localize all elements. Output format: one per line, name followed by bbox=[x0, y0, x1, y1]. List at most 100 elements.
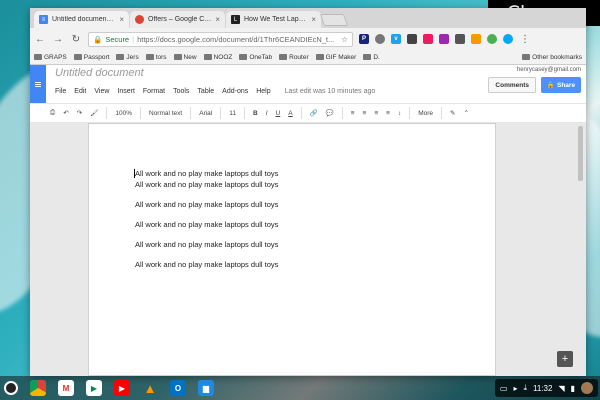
download-icon: ⤓ bbox=[523, 383, 527, 392]
menu-tools[interactable]: Tools bbox=[173, 88, 189, 95]
extension-icon[interactable] bbox=[503, 34, 513, 44]
extension-icon[interactable] bbox=[423, 34, 433, 44]
avatar bbox=[581, 382, 593, 394]
bold-icon[interactable]: B bbox=[253, 110, 258, 117]
bookmark-item[interactable]: NOOZ bbox=[203, 54, 232, 61]
gmail-icon[interactable]: M bbox=[58, 380, 74, 396]
line-spacing-icon[interactable]: ↕ bbox=[398, 110, 401, 117]
address-bar[interactable]: 🔒 Secure | https://docs.google.com/docum… bbox=[88, 31, 353, 47]
body-line: All work and no play make laptops dull t… bbox=[135, 200, 279, 209]
link-icon[interactable]: 🔗 bbox=[310, 109, 318, 117]
docs-toolbar: ⎙ ↶ ↷ 🖌 100% Normal text Arial 11 B I U … bbox=[30, 103, 586, 123]
bookmark-item[interactable]: Passport bbox=[73, 54, 109, 61]
underline-icon[interactable]: U bbox=[276, 110, 281, 117]
document-page[interactable]: All work and no play make laptops dull t… bbox=[88, 123, 496, 376]
chromeos-shelf: M ▶ ▶ ▲ O ▆ ▭ ▸ ⤓ 11:32 ◥ ▮ bbox=[0, 376, 600, 400]
align-left-icon[interactable]: ≡ bbox=[351, 110, 355, 117]
close-icon[interactable]: × bbox=[215, 15, 220, 24]
other-bookmarks[interactable]: Other bookmarks bbox=[522, 54, 582, 61]
comments-button[interactable]: Comments bbox=[488, 77, 536, 93]
undo-icon[interactable]: ↶ bbox=[63, 109, 68, 117]
files-icon[interactable]: ▆ bbox=[198, 380, 214, 396]
align-justify-icon[interactable]: ≡ bbox=[386, 110, 390, 117]
launcher-icon[interactable] bbox=[4, 381, 18, 395]
extension-icon[interactable]: v bbox=[391, 34, 401, 44]
last-edit-link[interactable]: Last edit was 10 minutes ago bbox=[285, 88, 376, 95]
menu-file[interactable]: File bbox=[55, 88, 66, 95]
star-icon[interactable]: ☆ bbox=[341, 35, 348, 44]
docs-logo-icon[interactable] bbox=[30, 65, 46, 103]
account-email[interactable]: henrycasey@gmail.com bbox=[517, 67, 581, 73]
document-title[interactable]: Untitled document bbox=[55, 67, 144, 79]
comment-icon[interactable]: 💬 bbox=[326, 109, 334, 117]
body-line: All work and no play make laptops dull t… bbox=[135, 240, 279, 249]
extension-icon[interactable] bbox=[471, 34, 481, 44]
menu-addons[interactable]: Add-ons bbox=[222, 88, 248, 95]
new-tab-button[interactable] bbox=[319, 14, 349, 26]
stylus-icon: ▸ bbox=[513, 383, 518, 393]
vertical-scrollbar[interactable] bbox=[578, 126, 583, 181]
document-canvas: All work and no play make laptops dull t… bbox=[30, 123, 586, 376]
share-button[interactable]: 🔒 Share bbox=[541, 77, 581, 93]
editing-mode-icon[interactable]: ✎ bbox=[450, 109, 455, 117]
bookmark-item[interactable]: OneTab bbox=[239, 54, 272, 61]
tab-strip: ≡ Untitled document - Goo × Offers – Goo… bbox=[30, 8, 586, 28]
bookmark-item[interactable]: tors bbox=[145, 54, 167, 61]
outlook-icon[interactable]: O bbox=[170, 380, 186, 396]
close-icon[interactable]: × bbox=[311, 15, 316, 24]
forward-icon[interactable]: → bbox=[52, 34, 64, 45]
play-store-icon[interactable]: ▶ bbox=[86, 380, 102, 396]
extension-icon[interactable] bbox=[455, 34, 465, 44]
align-center-icon[interactable]: ≡ bbox=[363, 110, 367, 117]
zoom-select[interactable]: 100% bbox=[115, 110, 132, 117]
bookmark-item[interactable]: Router bbox=[279, 54, 309, 61]
paint-format-icon[interactable]: 🖌 bbox=[90, 109, 98, 117]
menu-view[interactable]: View bbox=[94, 88, 109, 95]
bookmark-item[interactable]: GRAPS bbox=[34, 54, 67, 61]
bookmark-item[interactable]: GIF Maker bbox=[315, 54, 356, 61]
text-color-icon[interactable]: A bbox=[288, 110, 292, 117]
redo-icon[interactable]: ↷ bbox=[77, 109, 82, 117]
more-button[interactable]: More bbox=[418, 110, 433, 117]
youtube-icon[interactable]: ▶ bbox=[114, 380, 130, 396]
italic-icon[interactable]: I bbox=[266, 110, 268, 117]
font-select[interactable]: Arial bbox=[199, 110, 212, 117]
battery-icon: ▮ bbox=[570, 383, 575, 393]
back-icon[interactable]: ← bbox=[34, 34, 46, 45]
menu-format[interactable]: Format bbox=[143, 88, 165, 95]
tab-offers[interactable]: Offers – Google Chrome × bbox=[130, 11, 225, 28]
body-line: All work and no play make laptops dull t… bbox=[135, 180, 279, 189]
bookmark-item[interactable]: Jers bbox=[116, 54, 139, 61]
docs-header: Untitled document File Edit View Insert … bbox=[30, 65, 586, 103]
menu-icon[interactable]: ⋮ bbox=[519, 34, 531, 45]
tab-title: Untitled document - Goo bbox=[52, 16, 115, 23]
print-icon[interactable]: ⎙ bbox=[50, 109, 55, 117]
secure-label: Secure bbox=[105, 34, 130, 44]
bookmark-item[interactable]: New bbox=[173, 54, 197, 61]
explore-icon[interactable]: + bbox=[557, 351, 573, 367]
chrome-app-icon[interactable] bbox=[30, 380, 46, 396]
align-right-icon[interactable]: ≡ bbox=[374, 110, 378, 117]
tab-docs[interactable]: ≡ Untitled document - Goo × bbox=[34, 11, 129, 28]
extension-icon[interactable] bbox=[439, 34, 449, 44]
toolbar-omnibox-row: ← → ↻ 🔒 Secure | https://docs.google.com… bbox=[30, 28, 586, 50]
screen-icon: ▭ bbox=[499, 383, 508, 393]
reload-icon[interactable]: ↻ bbox=[70, 34, 82, 45]
extension-icon[interactable] bbox=[375, 34, 385, 44]
extension-icon[interactable] bbox=[487, 34, 497, 44]
system-tray[interactable]: ▭ ▸ ⤓ 11:32 ◥ ▮ bbox=[494, 379, 598, 397]
menu-help[interactable]: Help bbox=[256, 88, 270, 95]
extension-icon[interactable] bbox=[407, 34, 417, 44]
collapse-icon[interactable]: ⌃ bbox=[463, 109, 468, 117]
menu-insert[interactable]: Insert bbox=[117, 88, 135, 95]
font-size-select[interactable]: 11 bbox=[229, 110, 236, 117]
tab-laptops[interactable]: L How We Test Laptops f × bbox=[226, 11, 321, 28]
vlc-icon[interactable]: ▲ bbox=[142, 380, 158, 396]
style-select[interactable]: Normal text bbox=[149, 110, 182, 117]
close-icon[interactable]: × bbox=[119, 15, 124, 24]
url-text: https://docs.google.com/document/d/1Thr6… bbox=[137, 34, 335, 44]
menu-edit[interactable]: Edit bbox=[74, 88, 86, 95]
bookmark-item[interactable]: D. bbox=[363, 54, 380, 61]
menu-table[interactable]: Table bbox=[197, 88, 214, 95]
extension-p-icon[interactable]: P bbox=[359, 34, 369, 44]
